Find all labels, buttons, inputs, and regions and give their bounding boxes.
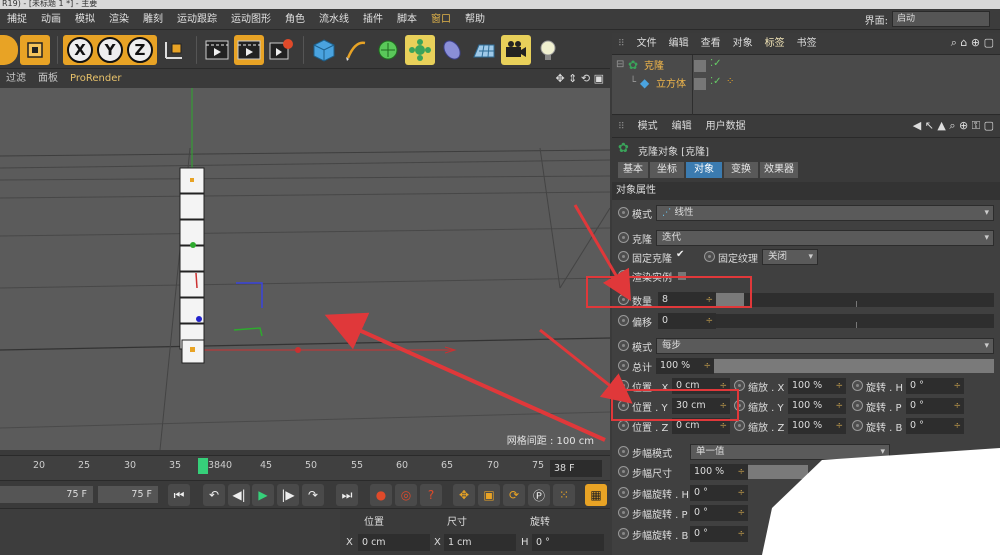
annotation-arrows xyxy=(324,204,633,442)
